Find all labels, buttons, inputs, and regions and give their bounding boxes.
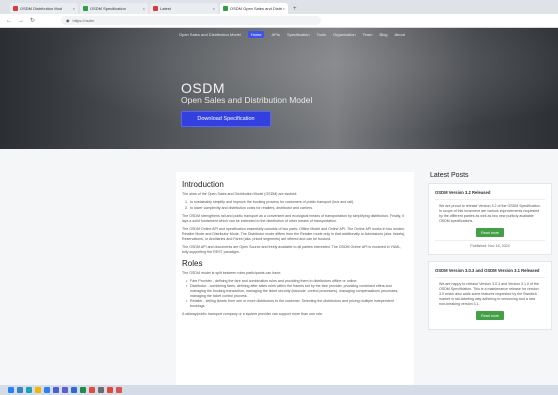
edge-icon[interactable] <box>26 387 32 393</box>
latest-posts-sidebar: Latest Posts OSDM Version 3.2 Released W… <box>428 172 552 336</box>
forward-icon[interactable]: → <box>18 18 24 24</box>
windows-icon[interactable] <box>8 387 14 393</box>
hero-background <box>0 28 558 149</box>
latest-posts-heading: Latest Posts <box>430 172 469 179</box>
teams-icon[interactable] <box>62 387 68 393</box>
tab-favicon-icon <box>13 6 18 11</box>
browser-tab-bar: OSDM Distribution Mod × OSDM Specification… <box>0 0 558 14</box>
lock-icon: ◉ <box>66 18 70 23</box>
url-text: https://osdm <box>72 18 95 23</box>
nav-item[interactable]: Tools <box>317 32 326 37</box>
post-title[interactable]: OSDM Version 3.2 Released <box>435 190 545 200</box>
photos-icon[interactable] <box>116 387 122 393</box>
browser-address-bar: ← → ↻ ◉ https://osdm <box>0 14 558 28</box>
main-content: Introduction The aims of the Open Sales … <box>176 172 414 390</box>
tab-label: Latest <box>160 6 171 11</box>
url-input[interactable]: ◉ https://osdm <box>61 16 322 25</box>
tab-label: OSDM Open Sales and Distri <box>230 6 283 11</box>
mail-icon[interactable] <box>44 387 50 393</box>
post-title[interactable]: OSDM Version 3.0.3 and OSDM Version 3.1 … <box>435 268 545 278</box>
intro-paragraph: The OSDM Online API and specification es… <box>182 227 406 241</box>
excel-icon[interactable] <box>80 387 86 393</box>
intro-list-item: to sustainably simplify and improve the … <box>182 200 408 205</box>
search-icon[interactable] <box>17 387 23 393</box>
nav-item[interactable]: About <box>394 32 404 37</box>
read-more-button[interactable]: Read more <box>476 311 504 320</box>
post-card: OSDM Version 3.0.3 and OSDM Version 3.1 … <box>428 261 552 330</box>
post-card: OSDM Version 3.2 Released We are proud t… <box>428 183 552 255</box>
post-excerpt: We are happy to release Version 3.0.3 an… <box>439 282 540 306</box>
files-icon[interactable] <box>35 387 41 393</box>
store-icon[interactable] <box>53 387 59 393</box>
hero-banner: Open Sales and Distribution Model Home API… <box>0 28 558 149</box>
tab-favicon-icon <box>153 6 158 11</box>
introduction-heading: Introduction <box>182 180 224 189</box>
post-published-date: Published: Nov 18, 2024 <box>435 240 545 248</box>
nav-item[interactable]: Open Sales and Distribution Model <box>179 32 241 37</box>
intro-paragraph: The OSDM API and documents are Open Sour… <box>182 245 402 254</box>
nav-item[interactable]: Home <box>247 31 265 38</box>
nav-item[interactable]: Organization <box>333 32 356 37</box>
role-item: Distributor - combining fares, defining … <box>182 284 408 299</box>
intro-paragraph: The OSDM strengthens rail and public tra… <box>182 214 404 223</box>
nav-item[interactable]: APIs <box>271 32 279 37</box>
close-tab-icon[interactable]: × <box>283 6 285 11</box>
roles-lead: The OSDM model is split between roles pa… <box>182 271 282 275</box>
taskbar <box>0 385 558 395</box>
post-excerpt: We are proud to release Version 3.2 of t… <box>439 204 541 223</box>
nav-item[interactable]: Blog <box>379 32 387 37</box>
nav-item[interactable]: Team <box>363 32 373 37</box>
roles-footer: A railway/public transport company or a … <box>182 312 324 316</box>
roles-heading: Roles <box>182 259 203 268</box>
hero-title: OSDM <box>181 80 225 96</box>
role-item: Retailer - selling tickets from one or m… <box>182 299 408 309</box>
download-specification-button[interactable]: Download Specification <box>181 111 271 127</box>
browser-tab[interactable]: OSDM Distribution Mod × <box>10 3 78 14</box>
chrome-icon[interactable] <box>89 387 95 393</box>
word-icon[interactable] <box>71 387 77 393</box>
tab-label: OSDM Specification <box>90 6 126 11</box>
intro-list-item: to lower complexity and distribution cos… <box>182 206 408 211</box>
tab-favicon-icon <box>223 6 228 11</box>
nav-item[interactable]: Specification <box>287 32 310 37</box>
tab-label: OSDM Distribution Mod <box>20 6 63 11</box>
back-icon[interactable]: ← <box>6 18 12 24</box>
close-tab-icon[interactable]: × <box>143 6 145 11</box>
browser-tab[interactable]: OSDM Open Sales and Distri × <box>220 3 288 14</box>
hero-subtitle: Open Sales and Distribution Model <box>181 95 313 105</box>
reload-icon[interactable]: ↻ <box>30 17 35 24</box>
tab-favicon-icon <box>83 6 88 11</box>
browser-tab[interactable]: Latest × <box>150 3 218 14</box>
site-nav: Open Sales and Distribution Model Home API… <box>179 30 412 39</box>
close-tab-icon[interactable]: × <box>213 6 215 11</box>
browser-tab[interactable]: OSDM Specification × <box>80 3 148 14</box>
close-tab-icon[interactable]: × <box>73 6 75 11</box>
intro-lead: The aims of the Open Sales and Distribut… <box>182 192 298 196</box>
settings-icon[interactable] <box>98 387 104 393</box>
read-more-button[interactable]: Read more <box>476 228 504 237</box>
new-tab-button[interactable]: + <box>293 4 297 14</box>
music-icon[interactable] <box>107 387 113 393</box>
